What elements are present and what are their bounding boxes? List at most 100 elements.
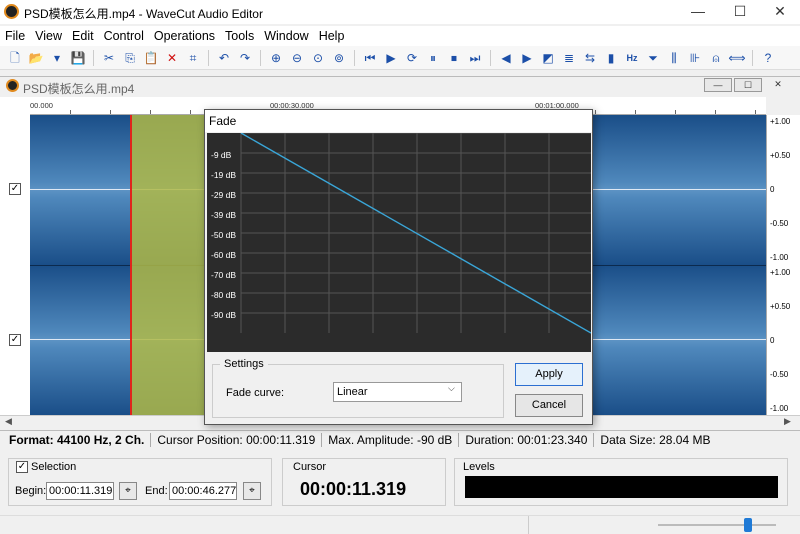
copy-icon[interactable]: ⎘ [121, 49, 139, 67]
fade-dialog: Fade -9 dB -19 dB -29 dB -39 dB -50 dB -… [204, 109, 593, 425]
pause-icon[interactable]: ⏸ [424, 49, 442, 67]
end-pick-icon[interactable]: ⌖ [243, 482, 261, 500]
menu-operations[interactable]: Operations [149, 26, 220, 46]
paste-icon[interactable]: 📋 [142, 49, 160, 67]
amplitude-scale: +1.00 +0.50 0 -0.50 -1.00 +1.00 +0.50 0 … [766, 115, 800, 415]
scroll-right-icon[interactable]: ▶ [784, 416, 791, 427]
menu-file[interactable]: File [0, 26, 30, 46]
selection-checkbox[interactable]: ✓ [16, 461, 28, 473]
fade-icon[interactable]: ◩ [539, 49, 557, 67]
selection-region[interactable] [130, 115, 210, 415]
db-label: -50 dB [211, 230, 237, 240]
channel-1-checkbox[interactable]: ✓ [9, 183, 21, 195]
levels-meter [465, 476, 778, 498]
scroll-left-icon[interactable]: ◀ [5, 416, 12, 427]
settings-label: Settings [220, 358, 268, 370]
crop-icon[interactable]: ⌗ [184, 49, 202, 67]
stop-icon[interactable]: ⏹ [445, 49, 463, 67]
open-folder-icon[interactable]: 📂 [27, 49, 45, 67]
frequency-icon[interactable]: Hz [623, 49, 641, 67]
play-icon[interactable]: ▶ [382, 49, 400, 67]
menu-window[interactable]: Window [259, 26, 313, 46]
begin-pick-icon[interactable]: ⌖ [119, 482, 137, 500]
scale-label: 0 [770, 336, 775, 345]
levels-label: Levels [463, 461, 495, 473]
chevron-down-icon[interactable]: ⌵ [448, 383, 455, 394]
reverse-icon[interactable]: ⇆ [581, 49, 599, 67]
scale-label: -0.50 [770, 219, 789, 228]
db-label: -29 dB [211, 190, 237, 200]
redo-icon[interactable]: ↷ [236, 49, 254, 67]
menu-help[interactable]: Help [314, 26, 350, 46]
begin-time-field[interactable]: 00:00:11.319 [46, 482, 114, 500]
status-data-size: Data Size: 28.04 MB [600, 432, 711, 447]
ruler-tick [675, 110, 676, 114]
cancel-button[interactable]: Cancel [515, 394, 583, 417]
minimize-button[interactable]: — [678, 0, 718, 24]
levels-icon[interactable]: ▮ [602, 49, 620, 67]
status-duration: Duration: 00:01:23.340 [465, 432, 595, 447]
scale-label: -0.50 [770, 370, 789, 379]
ruler-tick [70, 110, 71, 114]
scale-label: 0 [770, 185, 775, 194]
fade-curve-graph[interactable]: -9 dB -19 dB -29 dB -39 dB -50 dB -60 dB… [207, 133, 591, 352]
zoom-slider-track[interactable] [658, 524, 776, 526]
menu-control[interactable]: Control [99, 26, 149, 46]
maximize-button[interactable]: ☐ [720, 0, 760, 24]
rewind-icon[interactable]: ◀ [497, 49, 515, 67]
scale-label: +1.00 [770, 117, 791, 126]
document-icon [6, 79, 19, 92]
equalizer-icon[interactable]: ⫼ [665, 49, 683, 67]
ruler-tick [595, 110, 596, 114]
toolbar-divider [208, 49, 209, 66]
forward-icon[interactable]: ▶ [518, 49, 536, 67]
toolbar: 🗋 📂 ▾ 💾 ✂ ⎘ 📋 ✕ ⌗ ↶ ↷ ⊕ ⊖ ⊙ ⊚ ⏮ ▶ ⟳ ⏸ ⏹ … [0, 46, 800, 70]
split-icon[interactable]: ⟺ [728, 49, 746, 67]
zoom-full-icon[interactable]: ⊚ [330, 49, 348, 67]
amplitude-icon[interactable]: ⍝ [707, 49, 725, 67]
loop-icon[interactable]: ⟳ [403, 49, 421, 67]
title-bar: PSD模板怎么用.mp4 - WaveCut Audio Editor — ☐ … [0, 0, 800, 24]
noise-icon[interactable]: ⊪ [686, 49, 704, 67]
toolbar-divider [93, 49, 94, 66]
cut-icon[interactable]: ✂ [100, 49, 118, 67]
close-window-button[interactable]: ✕ [760, 0, 800, 24]
apply-button[interactable]: Apply [515, 363, 583, 386]
begin-label: Begin: [15, 485, 47, 497]
db-label: -90 dB [211, 310, 237, 320]
normalize-icon[interactable]: ≣ [560, 49, 578, 67]
menu-tools[interactable]: Tools [220, 26, 259, 46]
cursor-label: Cursor [293, 461, 327, 473]
zoom-out-icon[interactable]: ⊖ [288, 49, 306, 67]
ruler-label: 00.000 [30, 101, 53, 110]
zoom-slider-thumb[interactable] [744, 518, 752, 532]
go-start-icon[interactable]: ⏮ [361, 49, 379, 67]
filter-icon[interactable]: ⏷ [644, 49, 662, 67]
playback-cursor[interactable] [130, 115, 132, 415]
dialog-title: Fade [205, 110, 592, 132]
save-icon[interactable]: 💾 [69, 49, 87, 67]
go-end-icon[interactable]: ⏭ [466, 49, 484, 67]
doc-close-button[interactable]: ✕ [764, 78, 792, 92]
end-time-field[interactable]: 00:00:46.277 [169, 482, 237, 500]
status-format: Format: 44100 Hz, 2 Ch. [9, 432, 152, 447]
help-icon[interactable]: ? [759, 49, 777, 67]
channel-2-checkbox[interactable]: ✓ [9, 334, 21, 346]
menu-view[interactable]: View [30, 26, 67, 46]
status-max-amplitude: Max. Amplitude: -90 dB [328, 432, 460, 447]
db-label: -9 dB [211, 150, 232, 160]
delete-icon[interactable]: ✕ [163, 49, 181, 67]
zoom-in-icon[interactable]: ⊕ [267, 49, 285, 67]
fade-curve-label: Fade curve: [226, 387, 285, 399]
zoom-selection-icon[interactable]: ⊙ [309, 49, 327, 67]
ruler-tick [715, 110, 716, 114]
dropdown-icon[interactable]: ▾ [48, 49, 66, 67]
scale-label: +0.50 [770, 151, 791, 160]
doc-restore-button[interactable]: ☐ [734, 78, 762, 92]
menu-edit[interactable]: Edit [67, 26, 99, 46]
doc-minimize-button[interactable]: — [704, 78, 732, 92]
undo-icon[interactable]: ↶ [215, 49, 233, 67]
new-file-icon[interactable]: 🗋 [6, 49, 24, 67]
fade-curve-select[interactable]: Linear [333, 382, 462, 402]
cursor-time-display: 00:00:11.319 [300, 479, 407, 499]
